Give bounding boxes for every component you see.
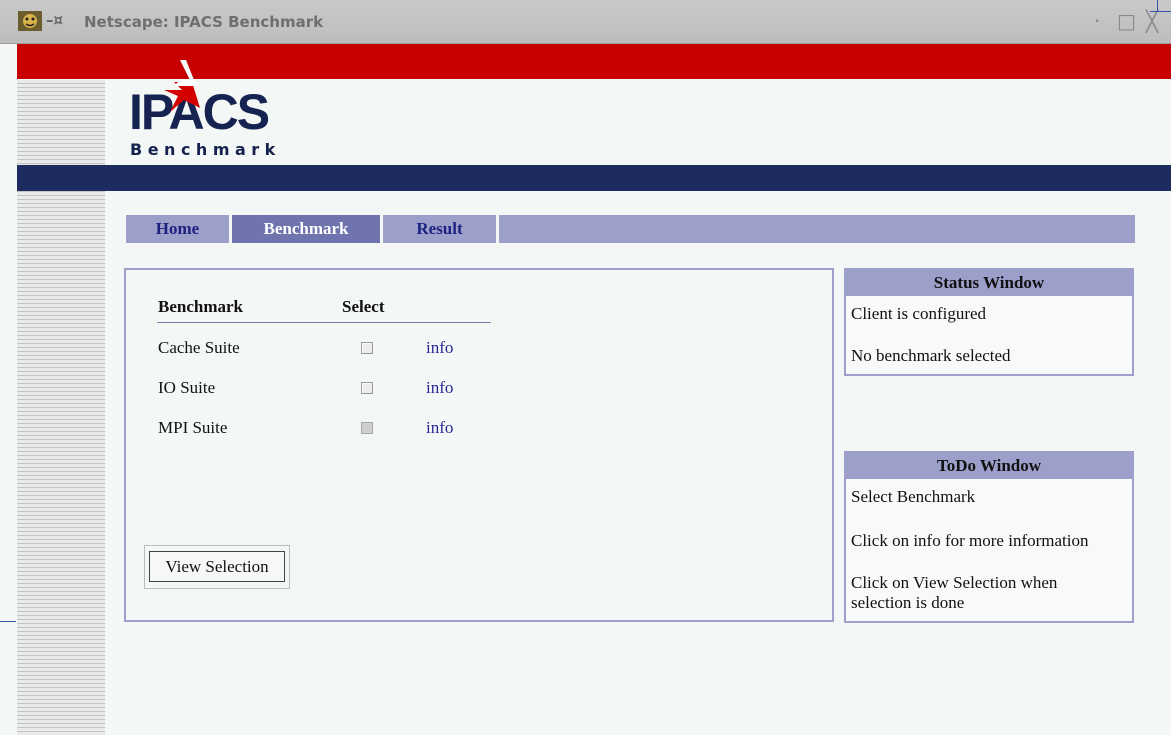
status-line: No benchmark selected bbox=[851, 346, 1011, 365]
select-checkbox-mpi-suite[interactable] bbox=[361, 422, 373, 434]
todo-line: Select Benchmark bbox=[851, 487, 976, 506]
status-window: Status Window Client is configured No be… bbox=[844, 268, 1134, 376]
tab-benchmark[interactable]: Benchmark bbox=[232, 215, 380, 243]
view-selection-button-frame: View Selection bbox=[144, 545, 290, 589]
column-header-select: Select bbox=[342, 297, 385, 316]
header-divider bbox=[157, 322, 491, 323]
window-titlebar[interactable]: –¤ Netscape: IPACS Benchmark · □ ╳ bbox=[0, 0, 1171, 44]
todo-line: Click on View Selection when bbox=[851, 573, 1058, 592]
minimize-button[interactable]: · bbox=[1094, 10, 1100, 32]
nav-bar: Home Benchmark Result bbox=[126, 215, 1135, 243]
decor-line bbox=[0, 621, 16, 622]
tab-result[interactable]: Result bbox=[383, 215, 496, 243]
netscape-app-icon[interactable] bbox=[18, 11, 42, 31]
benchmark-name-io-suite: IO Suite bbox=[158, 378, 216, 397]
star-logo-icon bbox=[164, 60, 200, 112]
view-selection-button[interactable]: View Selection bbox=[149, 551, 285, 582]
pin-icon[interactable]: –¤ bbox=[46, 11, 63, 29]
info-link-io-suite[interactable]: info bbox=[426, 378, 453, 398]
column-header-benchmark: Benchmark bbox=[158, 297, 243, 316]
tab-home[interactable]: Home bbox=[126, 215, 229, 243]
ipacs-logo: IPACS Benchmark bbox=[126, 60, 326, 170]
status-line: Client is configured bbox=[851, 304, 987, 323]
info-link-mpi-suite[interactable]: info bbox=[426, 418, 453, 438]
close-button[interactable]: ╳ bbox=[1146, 10, 1158, 32]
decor-line bbox=[1150, 11, 1171, 12]
logo-sub-text: Benchmark bbox=[130, 140, 281, 159]
info-link-cache-suite[interactable]: info bbox=[426, 338, 453, 358]
benchmark-name-mpi-suite: MPI Suite bbox=[158, 418, 228, 437]
todo-line: selection is done bbox=[851, 593, 965, 612]
todo-line: Click on info for more information bbox=[851, 531, 1089, 550]
window-title: Netscape: IPACS Benchmark bbox=[84, 13, 324, 31]
status-window-title: Status Window bbox=[846, 270, 1132, 296]
select-checkbox-cache-suite[interactable] bbox=[361, 342, 373, 354]
benchmark-name-cache-suite: Cache Suite bbox=[158, 338, 240, 357]
select-checkbox-io-suite[interactable] bbox=[361, 382, 373, 394]
todo-window: ToDo Window Select Benchmark Click on in… bbox=[844, 451, 1134, 623]
nav-separator bbox=[496, 215, 499, 243]
maximize-button[interactable]: □ bbox=[1117, 10, 1136, 32]
todo-window-title: ToDo Window bbox=[846, 453, 1132, 479]
